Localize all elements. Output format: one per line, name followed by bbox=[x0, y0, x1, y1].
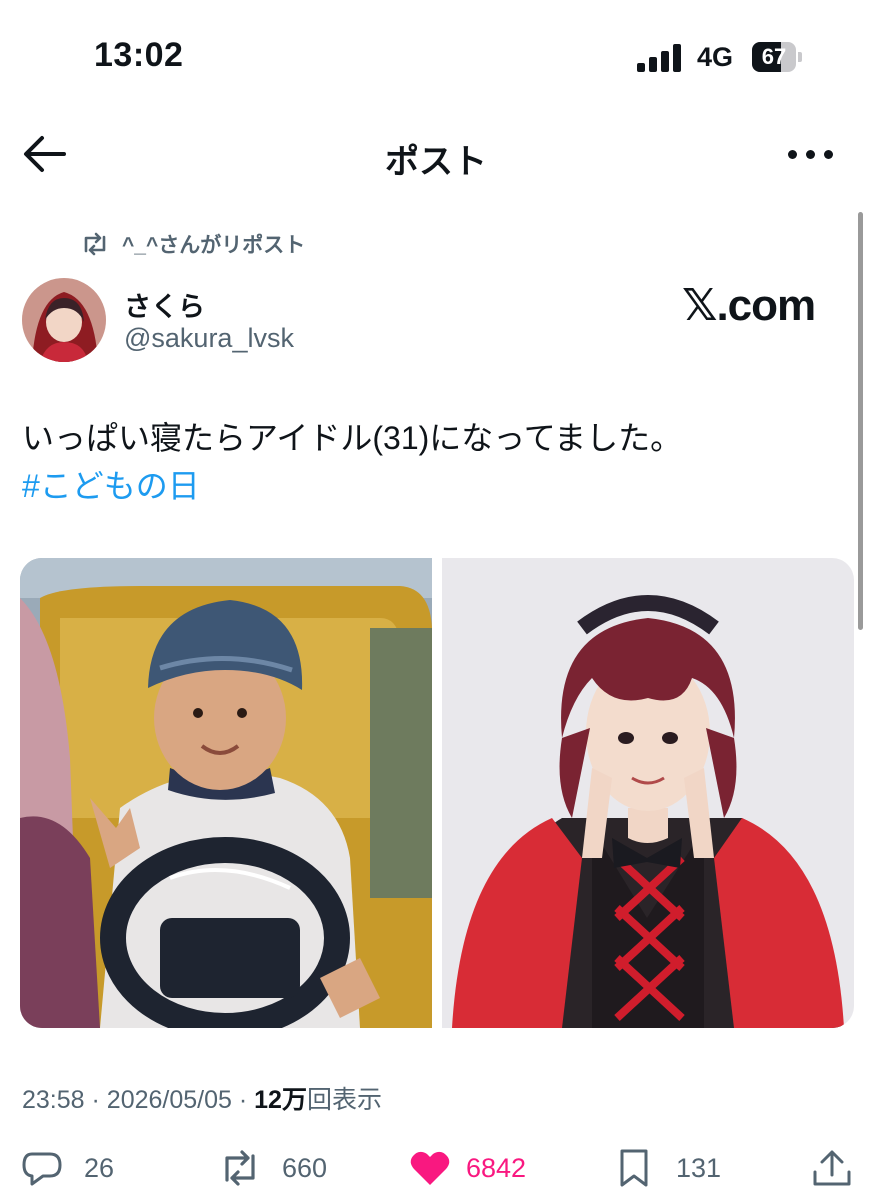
page-title: ポスト bbox=[385, 143, 487, 181]
status-time: 13:02 bbox=[94, 36, 184, 74]
repost-button[interactable]: 660 bbox=[218, 1146, 327, 1190]
repost-text: ^_^さんがリポスト bbox=[122, 234, 306, 257]
post-date: 2026/05/05 bbox=[106, 1086, 232, 1114]
xcom-watermark: 𝕏.com bbox=[682, 281, 816, 330]
hashtag-link[interactable]: #こどもの日 bbox=[22, 466, 200, 506]
repost-icon bbox=[225, 1150, 255, 1186]
post-meta: 23:58 · 2026/05/05 · 12万回表示 bbox=[22, 1080, 382, 1116]
view-count[interactable]: 12万 bbox=[254, 1086, 307, 1114]
network-label: 4G bbox=[697, 42, 734, 72]
meta-separator-2: · bbox=[238, 1086, 248, 1114]
media-grid bbox=[20, 558, 854, 1028]
author-handle[interactable]: @sakura_lvsk bbox=[124, 323, 294, 354]
battery-level: 67 bbox=[761, 44, 787, 69]
childhood-photo[interactable] bbox=[20, 558, 432, 1028]
share-icon bbox=[813, 1150, 851, 1186]
idol-photo[interactable] bbox=[442, 558, 854, 1028]
post-text: いっぱい寝たらアイドル(31)になってました。 bbox=[22, 420, 683, 456]
reply-button[interactable]: 26 bbox=[20, 1146, 114, 1190]
heart-icon bbox=[410, 1151, 450, 1185]
like-button[interactable]: 6842 bbox=[408, 1146, 526, 1190]
meta-separator: · bbox=[91, 1086, 100, 1114]
author-display-name[interactable]: さくら bbox=[124, 285, 205, 324]
reply-icon bbox=[22, 1152, 62, 1186]
more-horizontal-icon bbox=[788, 150, 797, 159]
battery-icon: 67 bbox=[752, 42, 802, 72]
signal-icon bbox=[637, 44, 683, 72]
post-time: 23:58 bbox=[22, 1086, 85, 1114]
avatar[interactable] bbox=[22, 278, 106, 362]
bookmark-count: 131 bbox=[676, 1152, 722, 1183]
bookmark-icon bbox=[620, 1149, 648, 1187]
share-button[interactable] bbox=[810, 1146, 854, 1190]
repost-icon bbox=[84, 232, 106, 256]
repost-indicator[interactable]: ^_^さんがリポスト bbox=[80, 230, 305, 258]
like-count: 6842 bbox=[466, 1152, 527, 1183]
scrollbar[interactable] bbox=[858, 212, 863, 630]
more-button[interactable] bbox=[784, 140, 836, 170]
view-label: 回表示 bbox=[306, 1086, 382, 1114]
reply-count: 26 bbox=[84, 1152, 115, 1183]
repost-count: 660 bbox=[282, 1152, 328, 1183]
bookmark-button[interactable]: 131 bbox=[612, 1146, 721, 1190]
